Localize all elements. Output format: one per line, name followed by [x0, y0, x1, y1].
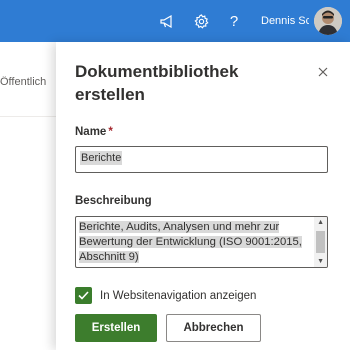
scroll-down-arrow-icon[interactable]: ▼: [317, 258, 324, 265]
help-icon[interactable]: ?: [225, 0, 243, 42]
background-page: Öffentlich: [0, 42, 56, 350]
description-scrollbar[interactable]: ▲ ▼: [314, 217, 327, 267]
background-page-text: Öffentlich: [0, 76, 47, 88]
gear-icon[interactable]: [190, 0, 212, 42]
name-field-value: Berichte: [80, 151, 123, 165]
close-icon[interactable]: [312, 61, 334, 83]
panel-title: Dokumentbibliothek erstellen: [75, 62, 239, 104]
scroll-up-arrow-icon[interactable]: ▲: [317, 219, 324, 226]
description-text: Berichte, Audits, Analysen und mehr zur …: [79, 221, 302, 263]
name-field[interactable]: Berichte: [75, 146, 328, 173]
background-divider: [0, 116, 56, 117]
create-library-panel: Dokumentbibliothek erstellen Name * Beric…: [56, 42, 350, 350]
create-button[interactable]: Erstellen: [75, 314, 157, 342]
scroll-thumb[interactable]: [316, 231, 325, 253]
description-field-value: Berichte, Audits, Analysen und mehr zur …: [79, 220, 313, 265]
name-label: Name *: [75, 126, 113, 138]
suite-header-bar: ? Dennis Scherrer | ...: [0, 0, 350, 42]
show-in-navigation-checkbox[interactable]: [75, 287, 92, 304]
site-navigation-option: In Websitenavigation anzeigen: [75, 287, 256, 304]
show-in-navigation-label: In Websitenavigation anzeigen: [100, 289, 257, 302]
user-name-text: Dennis Scherrer | ...: [261, 15, 309, 27]
description-field[interactable]: Berichte, Audits, Analysen und mehr zur …: [75, 216, 328, 268]
name-label-text: Name: [75, 126, 107, 138]
user-name[interactable]: Dennis Scherrer | ...: [261, 0, 309, 42]
cancel-button[interactable]: Abbrechen: [166, 314, 261, 342]
required-marker: *: [108, 126, 113, 138]
megaphone-icon[interactable]: [156, 0, 178, 42]
avatar[interactable]: [314, 7, 342, 35]
description-label: Beschreibung: [75, 195, 152, 207]
